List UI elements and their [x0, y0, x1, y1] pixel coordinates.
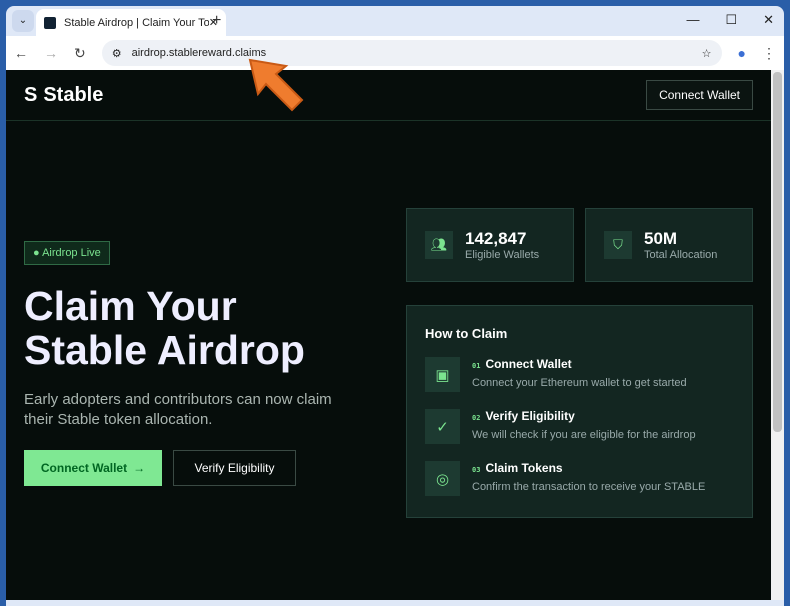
address-bar[interactable]: ⚙ airdrop.stablereward.claims ☆ [101, 40, 722, 66]
back-icon[interactable]: ← [14, 45, 28, 61]
tab-strip: ⌄ Stable Airdrop | Claim Your Tokens ✕ +… [6, 6, 784, 36]
stat-label: Total Allocation [644, 249, 718, 261]
step-desc: We will check if you are eligible for th… [472, 429, 696, 441]
tab-search-button[interactable]: ⌄ [12, 10, 34, 32]
url-text[interactable]: airdrop.stablereward.claims [132, 47, 692, 59]
step-title: Connect Wallet [485, 357, 572, 371]
tab-title: Stable Airdrop | Claim Your Tokens [64, 16, 209, 29]
menu-icon[interactable]: ⋮ [762, 45, 776, 62]
scrollbar[interactable] [771, 70, 784, 600]
favicon-icon [44, 16, 56, 29]
minimize-button[interactable]: — [686, 12, 699, 28]
stable-logo-icon: S [24, 83, 38, 106]
badge-text: Airdrop Live [42, 247, 101, 259]
bookmark-star-icon[interactable]: ☆ [702, 47, 712, 60]
close-window-button[interactable]: ✕ [763, 12, 774, 28]
orange-arrow-annotation [248, 58, 304, 112]
step-desc: Confirm the transaction to receive your … [472, 481, 706, 493]
site-settings-icon[interactable]: ⚙ [112, 47, 122, 60]
stat-value: 50M [644, 229, 678, 248]
reload-icon[interactable]: ↻ [74, 45, 86, 62]
logo-text: Stable [43, 83, 104, 106]
title-line-1: Claim Your [24, 283, 237, 329]
step-item: ▣ 01 Connect Wallet Connect your Ethereum … [425, 357, 734, 409]
step-title: Verify Eligibility [485, 409, 575, 423]
step-number: 03 [472, 466, 481, 474]
cta-label: Connect Wallet [40, 461, 128, 475]
profile-icon[interactable]: ● [738, 45, 746, 61]
stat-label: Eligible Wallets [465, 249, 540, 261]
hero-subtitle: Early adopters and contributors can now … [24, 391, 332, 428]
step-item: ◎ 03 Claim Tokens Confirm the transaction … [425, 461, 734, 513]
wallet-icon: ▣ [425, 357, 460, 392]
maximize-button[interactable]: ☐ [725, 12, 737, 28]
hero-title: Claim Your Stable Airdrop [24, 284, 305, 372]
page: S Stable Connect Wallet ● Airdrop Live Cl… [6, 70, 771, 600]
connect-wallet-button[interactable]: Connect Wallet → [24, 450, 162, 486]
browser-tab[interactable]: Stable Airdrop | Claim Your Tokens ✕ [36, 9, 226, 36]
users-icon: 👥︎ [425, 231, 453, 259]
stat-value: 142,847 [465, 229, 527, 248]
step-title: Claim Tokens [485, 461, 563, 475]
logo[interactable]: S Stable [24, 84, 103, 107]
how-title: How to Claim [425, 326, 508, 341]
coins-icon: ◎ [425, 461, 460, 496]
new-tab-button[interactable]: + [212, 12, 221, 30]
scrollbar-thumb[interactable] [773, 72, 782, 432]
verify-eligibility-button[interactable]: Verify Eligibility [173, 450, 296, 486]
title-line-2: Stable Airdrop [24, 327, 305, 373]
step-number: 02 [472, 414, 481, 422]
stat-total-allocation: ⛉ 50M Total Allocation [585, 208, 753, 282]
check-circle-icon: ✓ [425, 409, 460, 444]
site-header: S Stable Connect Wallet [6, 70, 771, 121]
toolbar: ← → ↻ ⚙ airdrop.stablereward.claims ☆ ● … [6, 36, 784, 70]
shield-icon: ⛉ [604, 231, 632, 259]
stat-eligible-wallets: 👥︎ 142,847 Eligible Wallets [406, 208, 574, 282]
arrow-right-icon: → [133, 461, 146, 475]
how-to-claim-panel: How to Claim ▣ 01 Connect Wallet Connect y… [406, 305, 753, 518]
forward-icon[interactable]: → [44, 45, 58, 61]
header-connect-wallet-button[interactable]: Connect Wallet [646, 80, 753, 110]
airdrop-live-badge: ● Airdrop Live [24, 241, 110, 265]
step-number: 01 [472, 362, 481, 370]
step-item: ✓ 02 Verify Eligibility We will check if y… [425, 409, 734, 461]
step-desc: Connect your Ethereum wallet to get star… [472, 377, 687, 389]
